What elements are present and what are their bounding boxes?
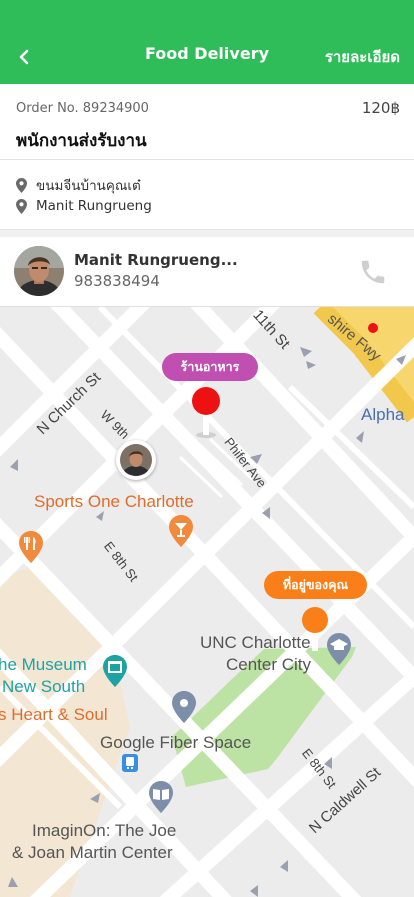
restaurant-icon [19,531,43,563]
place-marker-icon [172,691,196,723]
driver-card: Manit Rungrueng... 983838494 [0,237,414,307]
museum-icon [103,655,127,687]
section-divider [0,230,414,237]
place-label: Google Fiber Space [100,733,252,752]
driver-phone: 983838494 [74,272,160,290]
phone-icon [361,260,385,284]
place-label: New South [2,677,86,696]
dropoff-address-text: Manit Rungrueng [36,198,152,214]
place-label: Sports One Charlotte [34,492,194,511]
order-number: Order No. 89234900 [16,101,149,116]
order-price: 120฿ [361,99,400,117]
delivery-map[interactable]: N Church St W 9th 11th St Phifer Ave E 8… [0,307,414,897]
transit-icon [122,754,138,772]
address-list: ขนมจีนบ้านคุณเต๋ Manit Rungrueng [0,160,414,230]
app-header: Food Delivery รายละเอียด [0,0,414,84]
library-icon [149,781,173,813]
detail-button[interactable]: รายละเอียด [325,45,400,69]
map-pin-icon [16,198,27,214]
place-label: & Joan Martin Center [12,843,173,862]
order-status-title: พนักงานส่งรับงาน [16,131,147,151]
call-button[interactable] [358,257,388,287]
place-label: UNC Charlotte [200,633,311,652]
pickup-marker[interactable] [189,385,223,439]
dropoff-tag: ที่อยู่ของคุณ [264,571,367,599]
place-label: s Heart & Soul [0,705,108,724]
dropoff-address: Manit Rungrueng [16,198,152,214]
place-label: he Museum [0,655,87,674]
place-label: Alpha [361,405,405,424]
pickup-address: ขนมจีนบ้านคุณเต๋ [16,174,141,196]
place-label: ImaginOn: The Joe [32,821,177,840]
freeway-marker [368,323,378,333]
pickup-address-text: ขนมจีนบ้านคุณเต๋ [36,178,141,194]
order-summary: Order No. 89234900 120฿ พนักงานส่งรับงาน [0,84,414,160]
dropoff-marker[interactable] [298,605,332,655]
driver-location-marker[interactable] [116,440,156,480]
cocktail-icon [169,515,193,547]
pickup-tag: ร้านอาหาร [162,353,258,381]
driver-avatar [14,246,64,296]
place-label: Center City [226,655,312,674]
driver-avatar-small [120,444,152,476]
map-pin-icon [16,177,27,193]
driver-name: Manit Rungrueng... [74,251,238,269]
